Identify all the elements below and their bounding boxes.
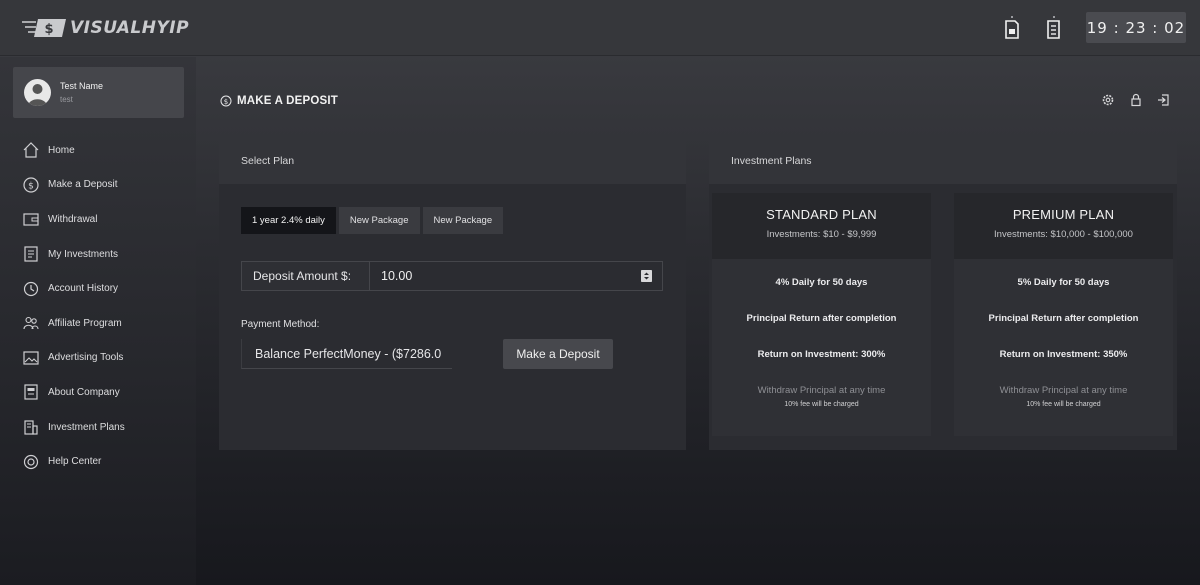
plan-withdraw: Withdraw Principal at any time <box>757 385 886 396</box>
tab-plan-2[interactable]: New Package <box>338 207 420 234</box>
svg-text:$: $ <box>224 98 228 106</box>
sidebar-item-label: Withdrawal <box>48 213 98 225</box>
dollar-circle-icon: $ <box>23 177 39 193</box>
deposit-amount-input[interactable] <box>370 262 662 290</box>
avatar <box>24 79 51 106</box>
sidebar: Test Name test Home $ Make a Deposit Wit… <box>0 57 196 585</box>
sidebar-item-investment-plans[interactable]: Investment Plans <box>0 410 196 445</box>
plan-range: Investments: $10 - $9,999 <box>766 229 877 240</box>
history-icon <box>23 281 39 296</box>
select-plan-heading: Select Plan <box>219 137 686 184</box>
home-icon <box>23 142 39 158</box>
select-plan-panel: Select Plan 1 year 2.4% daily New Packag… <box>219 137 686 450</box>
image-icon <box>23 351 39 365</box>
sidebar-item-label: Help Center <box>48 456 102 468</box>
clock: 19 : 23 : 02 <box>1086 12 1186 43</box>
gear-icon[interactable] <box>1101 93 1115 107</box>
logo-text: VISUALHYIP <box>70 18 190 38</box>
building-icon <box>24 420 38 435</box>
plan-fee-note: 10% fee will be charged <box>784 401 859 408</box>
sidebar-item-affiliate-program[interactable]: Affiliate Program <box>0 306 196 341</box>
investment-plans-panel: Investment Plans STANDARD PLAN Investmen… <box>709 137 1177 450</box>
deposit-amount-label: Deposit Amount $: <box>242 262 370 290</box>
plan-card-header: PREMIUM PLAN Investments: $10,000 - $100… <box>954 193 1173 259</box>
deposit-file-icon[interactable] <box>1003 16 1021 40</box>
number-spinner-icon[interactable] <box>641 270 652 282</box>
sidebar-item-make-a-deposit[interactable]: $ Make a Deposit <box>0 168 196 203</box>
logout-icon[interactable] <box>1156 93 1170 107</box>
sidebar-item-about-company[interactable]: About Company <box>0 375 196 410</box>
users-icon <box>23 317 39 330</box>
payment-method-select[interactable]: Balance PerfectMoney - ($7286.0 <box>241 339 452 369</box>
logo[interactable]: $ VISUALHYIP <box>22 16 189 40</box>
user-avatar-icon <box>28 84 47 106</box>
wallet-icon <box>23 213 39 227</box>
sidebar-nav: Home $ Make a Deposit Withdrawal My Inve… <box>0 133 196 479</box>
sidebar-item-my-investments[interactable]: My Investments <box>0 237 196 272</box>
plan-name: PREMIUM PLAN <box>1012 207 1115 222</box>
svg-text:$: $ <box>28 181 34 191</box>
sidebar-item-withdrawal[interactable]: Withdrawal <box>0 202 196 237</box>
plan-card-standard: STANDARD PLAN Investments: $10 - $9,999 … <box>712 193 931 436</box>
plan-daily: 4% Daily for 50 days <box>775 277 868 288</box>
plan-fee-note: 10% fee will be charged <box>1026 401 1101 408</box>
user-name: Test Name <box>60 81 104 91</box>
sidebar-item-account-history[interactable]: Account History <box>0 271 196 306</box>
sidebar-item-label: Affiliate Program <box>48 317 122 329</box>
plan-principal: Principal Return after completion <box>746 313 897 324</box>
document-icon <box>24 246 38 262</box>
sidebar-item-label: My Investments <box>48 248 119 260</box>
invoice-icon[interactable] <box>1045 16 1063 40</box>
payment-method-value: Balance PerfectMoney - ($7286.0 <box>255 346 442 361</box>
logo-icon: $ <box>22 19 66 37</box>
lifebuoy-icon <box>23 454 39 469</box>
plan-daily: 5% Daily for 50 days <box>1017 277 1110 288</box>
sidebar-item-help-center[interactable]: Help Center <box>0 444 196 479</box>
lock-icon[interactable] <box>1129 93 1143 107</box>
deposit-amount-group: Deposit Amount $: <box>241 261 663 291</box>
plan-roi: Return on Investment: 300% <box>757 349 886 360</box>
svg-text:$: $ <box>44 22 53 37</box>
plan-card-header: STANDARD PLAN Investments: $10 - $9,999 <box>712 193 931 259</box>
sidebar-item-advertising-tools[interactable]: Advertising Tools <box>0 341 196 376</box>
make-deposit-button[interactable]: Make a Deposit <box>503 339 613 369</box>
sidebar-item-label: Make a Deposit <box>48 179 118 191</box>
investment-plans-heading: Investment Plans <box>709 137 1177 184</box>
info-page-icon <box>24 384 38 401</box>
plan-tabs: 1 year 2.4% daily New Package New Packag… <box>241 207 506 234</box>
top-bar: $ VISUALHYIP 19 : 23 : 02 <box>0 0 1200 56</box>
sidebar-item-home[interactable]: Home <box>0 133 196 168</box>
sidebar-item-label: About Company <box>48 386 120 398</box>
page-title: MAKE A DEPOSIT <box>237 95 338 107</box>
plan-withdraw: Withdraw Principal at any time <box>999 385 1128 396</box>
payment-method-label: Payment Method: <box>241 319 320 330</box>
tab-plan-3[interactable]: New Package <box>422 207 504 234</box>
plan-range: Investments: $10,000 - $100,000 <box>994 229 1133 240</box>
user-username: test <box>60 95 73 104</box>
tab-plan-1[interactable]: 1 year 2.4% daily <box>241 207 336 234</box>
plan-principal: Principal Return after completion <box>988 313 1139 324</box>
page-header: $ MAKE A DEPOSIT <box>220 92 338 110</box>
sidebar-item-label: Account History <box>48 283 119 295</box>
plan-name: STANDARD PLAN <box>766 207 877 222</box>
plan-roi: Return on Investment: 350% <box>999 349 1128 360</box>
sidebar-item-label: Advertising Tools <box>48 352 124 364</box>
dollar-circle-icon: $ <box>220 95 232 107</box>
sidebar-item-label: Home <box>48 144 75 156</box>
plan-card-premium: PREMIUM PLAN Investments: $10,000 - $100… <box>954 193 1173 436</box>
user-card[interactable]: Test Name test <box>13 67 184 118</box>
sidebar-item-label: Investment Plans <box>48 421 125 433</box>
